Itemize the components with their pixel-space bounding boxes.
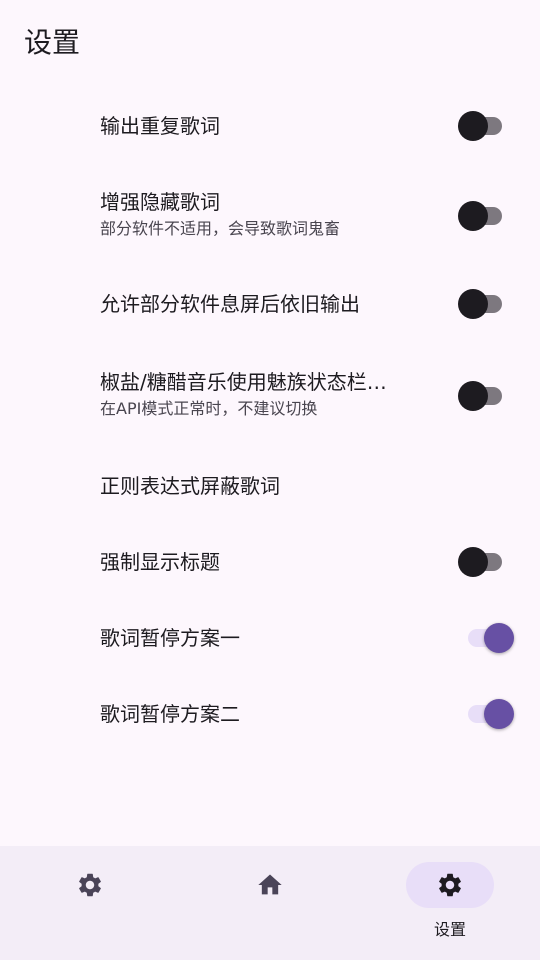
setting-title: 歌词暂停方案一 xyxy=(100,626,240,650)
enhanced-hide-lyrics-switch[interactable] xyxy=(458,198,502,234)
setting-output-repeat-lyrics[interactable]: 输出重复歌词 xyxy=(0,108,540,164)
gear-icon xyxy=(79,873,101,897)
setting-title: 歌词暂停方案二 xyxy=(100,702,240,726)
setting-force-show-title[interactable]: 强制显示标题 xyxy=(0,544,540,584)
nav-label-settings: 设置 xyxy=(433,920,466,939)
output-after-screen-off-switch[interactable] xyxy=(458,286,502,322)
setting-title: 正则表达式屏蔽歌词 xyxy=(100,474,280,498)
lyric-pause-plan-two-switch[interactable] xyxy=(468,696,514,732)
setting-output-after-screen-off[interactable]: 允许部分软件息屏后依旧输出 xyxy=(0,286,540,326)
setting-meizu-statusbar[interactable]: 椒盐/糖醋音乐使用魅族状态栏… 在API模式正常时，不建议切换 xyxy=(0,368,540,428)
setting-lyric-pause-plan-two[interactable]: 歌词暂停方案二 xyxy=(0,696,540,736)
switch-thumb xyxy=(458,201,488,231)
switch-thumb xyxy=(458,289,488,319)
nav-icon-container xyxy=(46,862,134,908)
setting-title: 输出重复歌词 xyxy=(100,114,220,138)
page-title: 设置 xyxy=(24,26,81,59)
nav-icon-container xyxy=(226,862,314,908)
switch-thumb xyxy=(458,111,488,141)
setting-regex-block-lyrics[interactable]: 正则表达式屏蔽歌词 xyxy=(0,468,540,508)
setting-summary: 部分软件不适用，会导致歌词鬼畜 xyxy=(100,219,341,238)
nav-item-home[interactable] xyxy=(180,846,360,960)
home-icon xyxy=(258,874,282,895)
bottom-navigation-bar: 设置 xyxy=(0,846,540,960)
setting-summary: 在API模式正常时，不建议切换 xyxy=(100,399,318,418)
nav-item-gear[interactable] xyxy=(0,846,180,960)
setting-title: 增强隐藏歌词 xyxy=(100,190,220,214)
switch-thumb xyxy=(484,623,514,653)
switch-thumb xyxy=(458,381,488,411)
setting-enhanced-hide-lyrics[interactable]: 增强隐藏歌词 部分软件不适用，会导致歌词鬼畜 xyxy=(0,188,540,248)
nav-item-settings[interactable]: 设置 xyxy=(360,846,540,960)
nav-icon-container xyxy=(406,862,494,908)
output-repeat-lyrics-switch[interactable] xyxy=(458,108,502,144)
switch-thumb xyxy=(484,699,514,729)
gear-icon xyxy=(439,873,461,897)
force-show-title-switch[interactable] xyxy=(458,544,502,580)
lyric-pause-plan-one-switch[interactable] xyxy=(468,620,514,656)
meizu-statusbar-switch[interactable] xyxy=(458,378,502,414)
setting-title: 椒盐/糖醋音乐使用魅族状态栏… xyxy=(100,370,387,394)
setting-title: 强制显示标题 xyxy=(100,550,220,574)
switch-thumb xyxy=(458,547,488,577)
setting-lyric-pause-plan-one[interactable]: 歌词暂停方案一 xyxy=(0,620,540,660)
setting-title: 允许部分软件息屏后依旧输出 xyxy=(100,292,360,316)
